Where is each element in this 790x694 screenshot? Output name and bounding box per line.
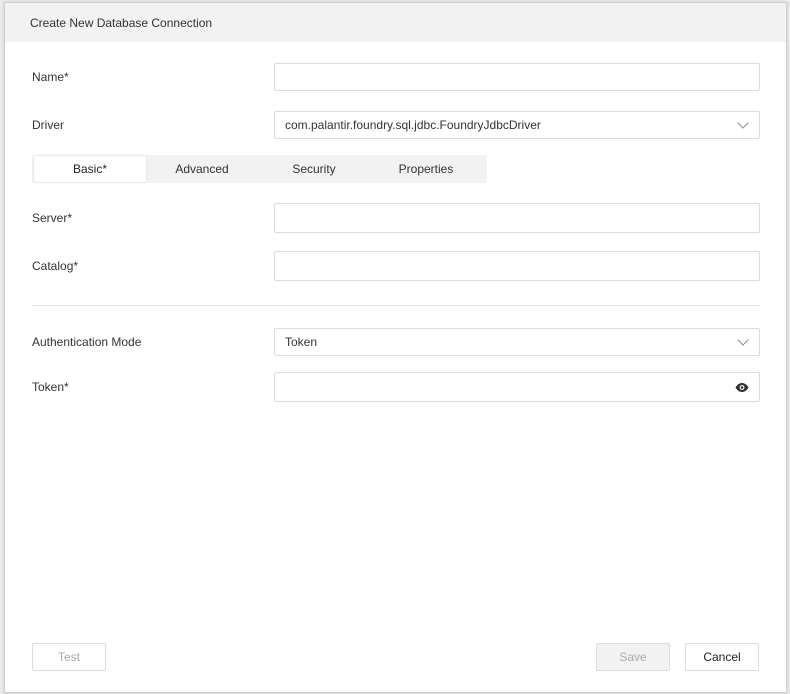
token-label: Token* [32,380,69,394]
auth-mode-row: Authentication Mode Token [32,328,760,356]
auth-mode-value: Token [285,335,318,349]
driver-label: Driver [32,118,64,132]
catalog-field[interactable] [274,251,760,281]
server-label: Server* [32,211,73,225]
tab-basic[interactable]: Basic* [34,156,146,182]
driver-select[interactable]: com.palantir.foundry.sql.jdbc.FoundryJdb… [274,111,760,139]
save-button[interactable]: Save [596,643,670,671]
server-row: Server* [32,203,760,233]
catalog-label: Catalog* [32,259,79,273]
section-divider [32,305,760,306]
token-field[interactable] [274,372,760,402]
driver-value: com.palantir.foundry.sql.jdbc.FoundryJdb… [285,118,541,132]
catalog-input[interactable] [285,252,749,280]
server-input[interactable] [285,204,749,232]
tab-bar: Basic* Advanced Security Properties [32,155,487,183]
dialog-title: Create New Database Connection [30,15,213,30]
catalog-row: Catalog* [32,251,760,281]
name-field[interactable] [274,63,760,91]
driver-row: Driver com.palantir.foundry.sql.jdbc.Fou… [32,111,760,139]
chevron-down-icon [737,117,749,129]
token-input[interactable] [285,373,735,401]
tab-security[interactable]: Security [258,156,370,182]
test-button[interactable]: Test [32,643,106,671]
tab-advanced[interactable]: Advanced [146,156,258,182]
cancel-button[interactable]: Cancel [685,643,759,671]
tab-properties[interactable]: Properties [370,156,482,182]
chevron-down-icon [737,334,749,346]
auth-mode-select[interactable]: Token [274,328,760,356]
server-field[interactable] [274,203,760,233]
name-input[interactable] [285,64,749,90]
auth-mode-label: Authentication Mode [32,335,142,349]
name-row: Name* [32,63,760,91]
dialog-header: Create New Database Connection [5,3,786,42]
name-label: Name* [32,70,69,84]
eye-icon[interactable] [735,382,749,392]
create-connection-dialog: Create New Database Connection Name* Dri… [4,2,787,693]
token-row: Token* [32,372,760,402]
